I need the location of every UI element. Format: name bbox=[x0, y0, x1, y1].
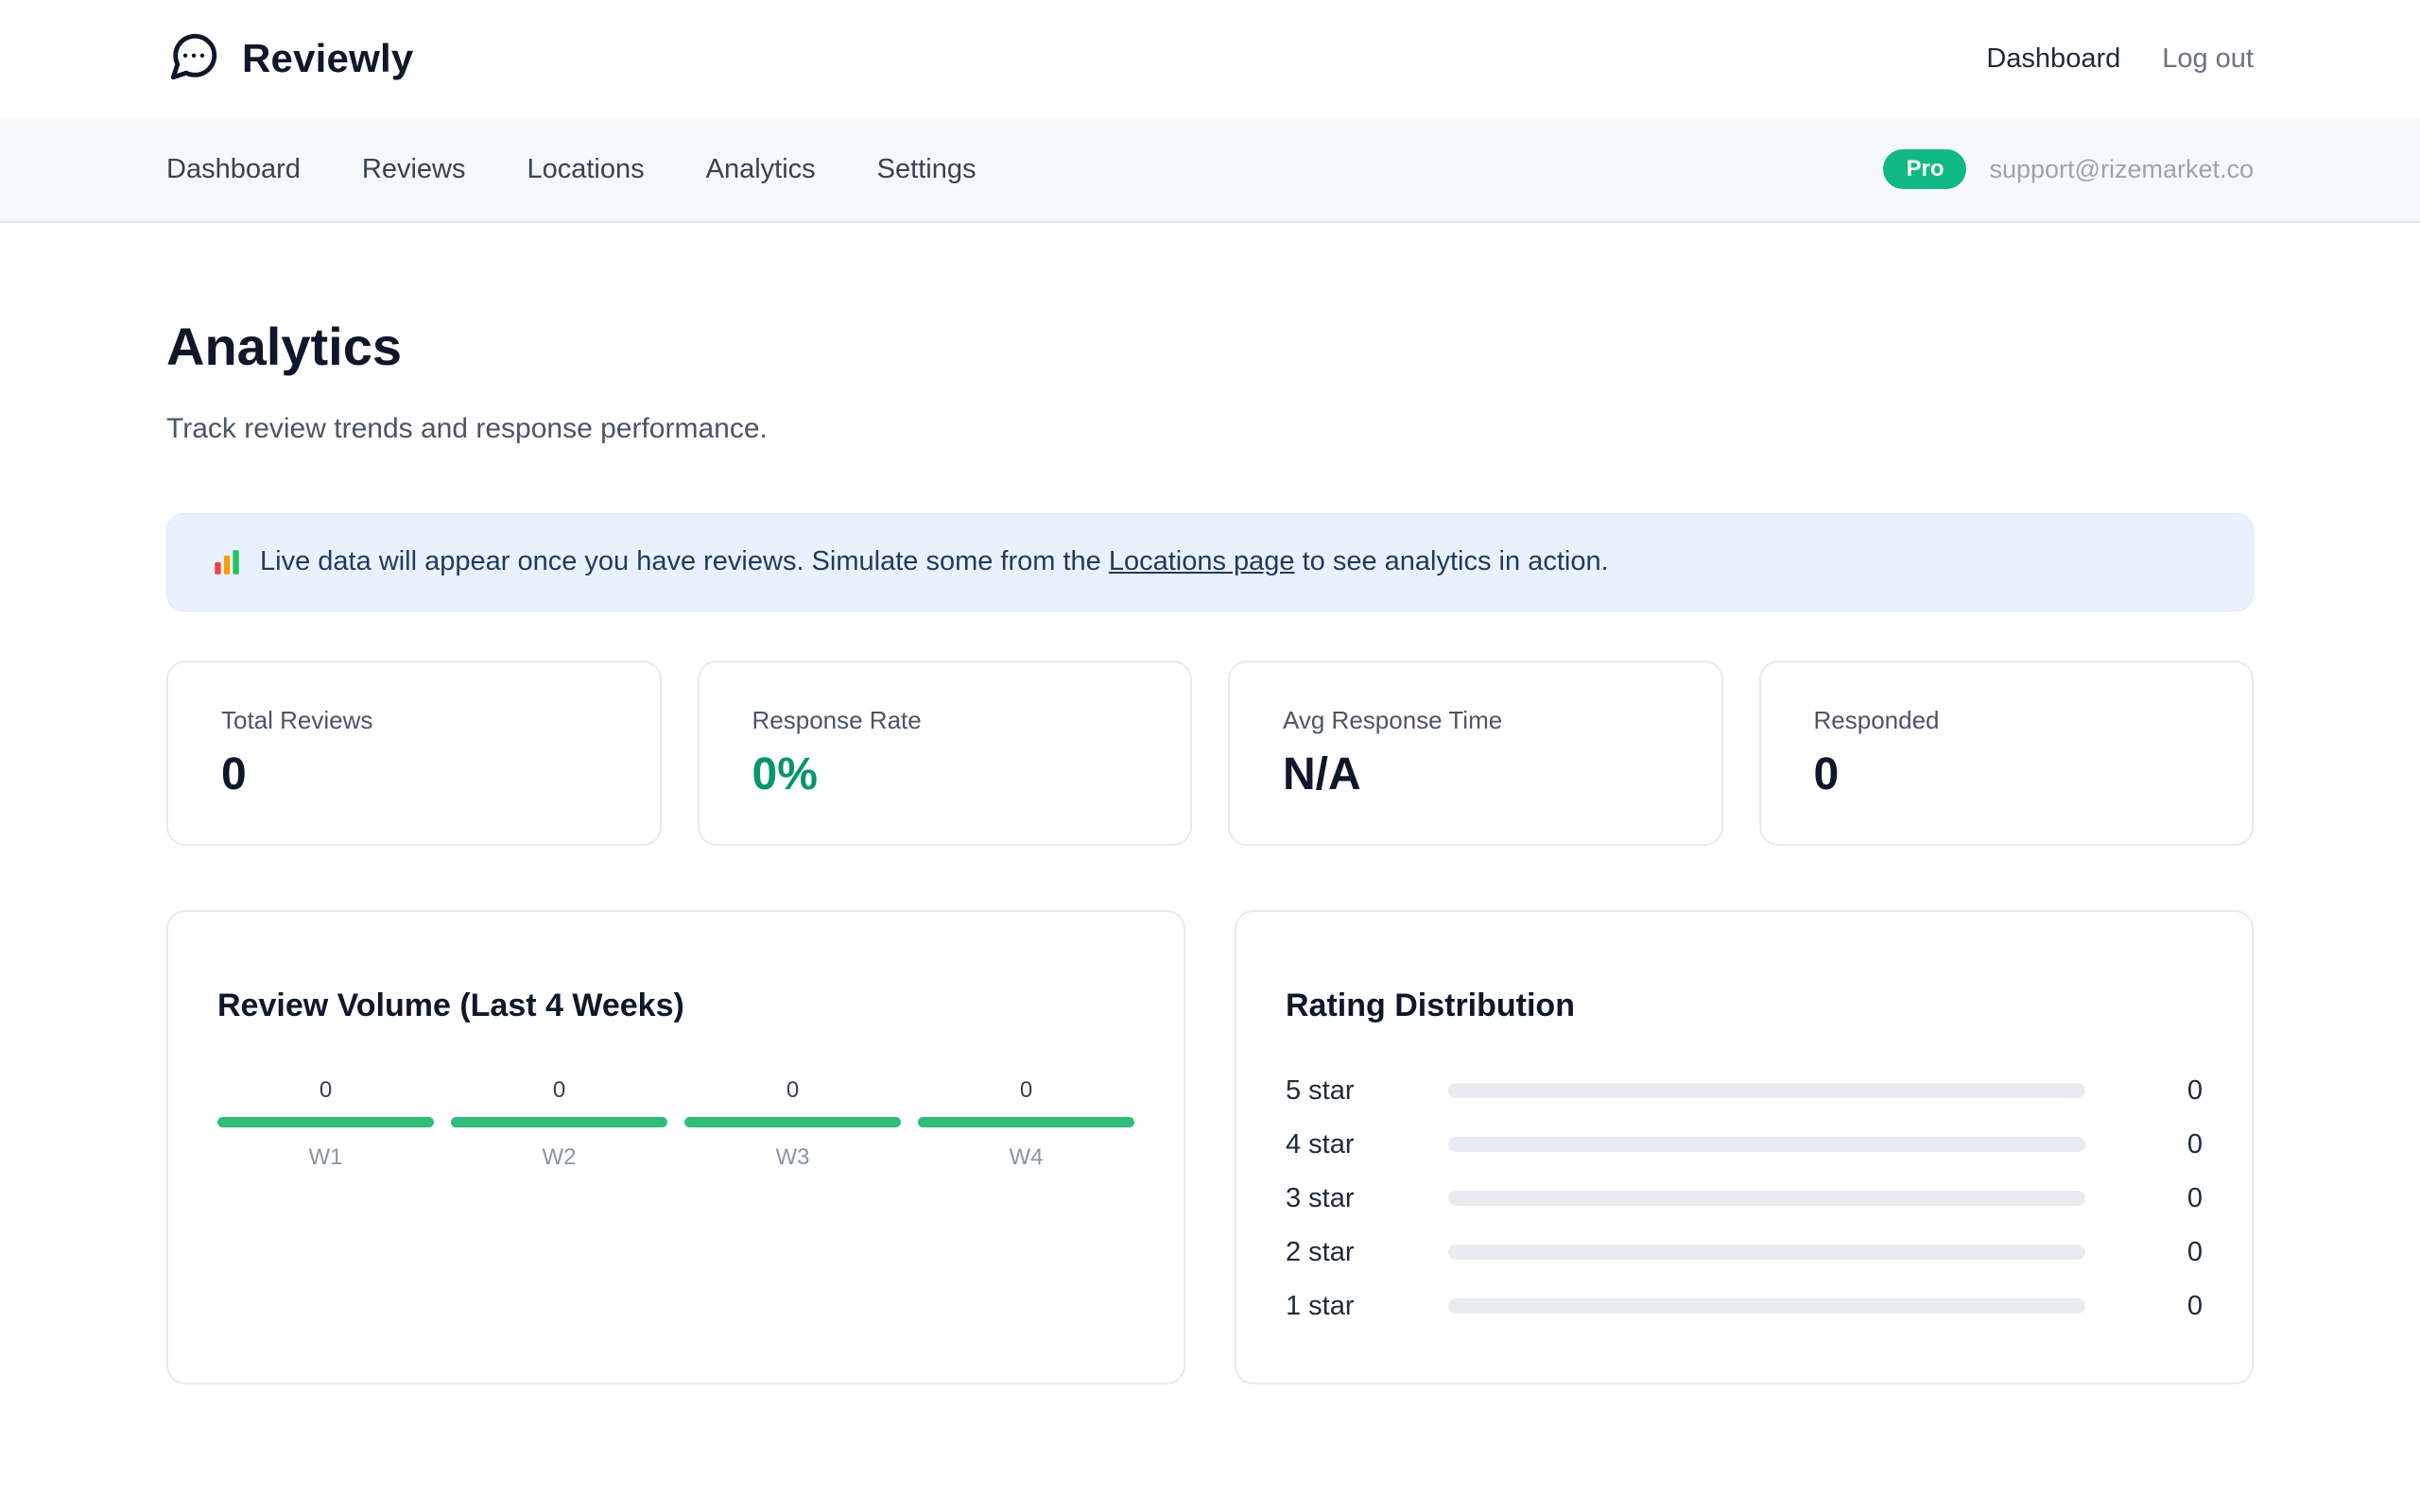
banner-text-after: to see analytics in action. bbox=[1295, 546, 1609, 576]
volume-value: 0 bbox=[217, 1077, 434, 1104]
chart-panels: Review Volume (Last 4 Weeks) 0 W1 0 W2 0… bbox=[166, 910, 2254, 1498]
rating-distribution-panel: Rating Distribution 5 star 0 4 star 0 3 … bbox=[1235, 910, 2254, 1384]
volume-column-w4: 0 W4 bbox=[918, 1077, 1134, 1171]
rating-distribution-title: Rating Distribution bbox=[1286, 988, 2203, 1024]
volume-column-w3: 0 W3 bbox=[684, 1077, 901, 1171]
rating-row-4-star: 4 star 0 bbox=[1286, 1118, 2203, 1172]
rating-label: 4 star bbox=[1286, 1129, 1410, 1160]
volume-category: W3 bbox=[684, 1144, 901, 1171]
volume-category: W4 bbox=[918, 1144, 1134, 1171]
stat-value: N/A bbox=[1283, 748, 1668, 800]
review-volume-title: Review Volume (Last 4 Weeks) bbox=[217, 988, 1134, 1024]
topbar-dashboard-link[interactable]: Dashboard bbox=[1986, 43, 2120, 75]
topbar-links: Dashboard Log out bbox=[1986, 43, 2254, 75]
rating-row-1-star: 1 star 0 bbox=[1286, 1280, 2203, 1333]
nav-item-analytics[interactable]: Analytics bbox=[706, 154, 816, 185]
nav-item-settings[interactable]: Settings bbox=[877, 154, 977, 185]
volume-column-w2: 0 W2 bbox=[451, 1077, 667, 1171]
volume-bar bbox=[217, 1117, 434, 1127]
rating-value: 0 bbox=[2161, 1129, 2203, 1160]
nav-item-reviews[interactable]: Reviews bbox=[362, 154, 466, 185]
stat-card-total-reviews: Total Reviews 0 bbox=[166, 661, 662, 846]
rating-track bbox=[1448, 1191, 2085, 1206]
stat-cards: Total Reviews 0 Response Rate 0% Avg Res… bbox=[166, 661, 2254, 846]
rating-track bbox=[1448, 1083, 2085, 1098]
rating-value: 0 bbox=[2161, 1237, 2203, 1268]
main-content: Analytics Track review trends and respon… bbox=[166, 316, 2254, 1498]
nav-item-dashboard[interactable]: Dashboard bbox=[166, 154, 301, 185]
stat-card-responded: Responded 0 bbox=[1759, 661, 2255, 846]
account-email: support@rizemarket.co bbox=[1989, 155, 2254, 184]
stat-card-response-rate: Response Rate 0% bbox=[698, 661, 1193, 846]
main-nav: Dashboard Reviews Locations Analytics Se… bbox=[0, 117, 2420, 223]
stat-label: Avg Response Time bbox=[1283, 706, 1668, 735]
volume-bar bbox=[684, 1117, 901, 1127]
volume-bar bbox=[451, 1117, 667, 1127]
rating-row-5-star: 5 star 0 bbox=[1286, 1064, 2203, 1118]
volume-column-w1: 0 W1 bbox=[217, 1077, 434, 1171]
review-volume-chart: 0 W1 0 W2 0 W3 0 W4 bbox=[217, 1077, 1134, 1171]
plan-badge: Pro bbox=[1883, 149, 1966, 189]
rating-label: 3 star bbox=[1286, 1183, 1410, 1214]
page-subtitle: Track review trends and response perform… bbox=[166, 413, 2254, 445]
stat-value: 0% bbox=[752, 748, 1138, 800]
brand: Reviewly bbox=[166, 29, 413, 89]
locations-page-link[interactable]: Locations page bbox=[1109, 546, 1295, 576]
page-title: Analytics bbox=[166, 316, 2254, 377]
rating-label: 5 star bbox=[1286, 1075, 1410, 1107]
nav-items: Dashboard Reviews Locations Analytics Se… bbox=[166, 154, 976, 185]
stat-value: 0 bbox=[221, 748, 607, 800]
stat-card-avg-response-time: Avg Response Time N/A bbox=[1228, 661, 1723, 846]
volume-value: 0 bbox=[451, 1077, 667, 1104]
banner-text-before: Live data will appear once you have revi… bbox=[260, 546, 1109, 576]
rating-label: 2 star bbox=[1286, 1237, 1410, 1268]
volume-category: W2 bbox=[451, 1144, 667, 1171]
nav-item-locations[interactable]: Locations bbox=[527, 154, 644, 185]
rating-value: 0 bbox=[2161, 1291, 2203, 1322]
rating-track bbox=[1448, 1298, 2085, 1314]
rating-row-2-star: 2 star 0 bbox=[1286, 1226, 2203, 1280]
rating-label: 1 star bbox=[1286, 1291, 1410, 1322]
top-bar: Reviewly Dashboard Log out bbox=[0, 0, 2420, 117]
logout-link[interactable]: Log out bbox=[2162, 43, 2254, 75]
brand-name: Reviewly bbox=[242, 36, 413, 81]
rating-track bbox=[1448, 1245, 2085, 1260]
volume-category: W1 bbox=[217, 1144, 434, 1171]
rating-value: 0 bbox=[2161, 1075, 2203, 1107]
stat-label: Responded bbox=[1814, 706, 2200, 735]
stat-value: 0 bbox=[1814, 748, 2200, 800]
rating-track bbox=[1448, 1137, 2085, 1152]
account-area: Pro support@rizemarket.co bbox=[1883, 149, 2254, 189]
review-volume-panel: Review Volume (Last 4 Weeks) 0 W1 0 W2 0… bbox=[166, 910, 1185, 1384]
rating-row-3-star: 3 star 0 bbox=[1286, 1172, 2203, 1226]
bar-chart-icon bbox=[211, 546, 243, 578]
chat-bubble-icon bbox=[166, 29, 221, 89]
volume-value: 0 bbox=[918, 1077, 1134, 1104]
banner-text: Live data will appear once you have revi… bbox=[260, 546, 1609, 577]
stat-label: Response Rate bbox=[752, 706, 1138, 735]
rating-value: 0 bbox=[2161, 1183, 2203, 1214]
info-banner: Live data will appear once you have revi… bbox=[166, 513, 2254, 611]
rating-rows: 5 star 0 4 star 0 3 star 0 2 star bbox=[1286, 1064, 2203, 1333]
volume-bar bbox=[918, 1117, 1134, 1127]
stat-label: Total Reviews bbox=[221, 706, 607, 735]
volume-value: 0 bbox=[684, 1077, 901, 1104]
